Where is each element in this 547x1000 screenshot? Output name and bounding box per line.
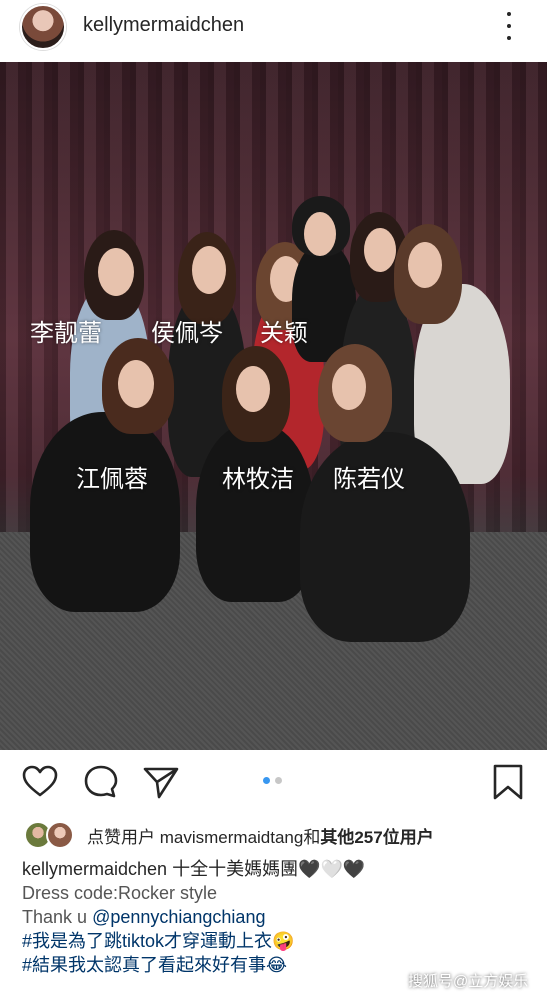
person-face xyxy=(192,246,226,294)
caption-line: Thank u @pennychiangchiang xyxy=(22,905,532,929)
profile-avatar[interactable] xyxy=(20,4,66,50)
likes-prefix: 点赞用户 xyxy=(87,828,155,847)
liker-username[interactable]: mavismermaidtang xyxy=(160,828,304,847)
caption-line: kellymermaidchen 十全十美媽媽團🖤🤍🖤 xyxy=(22,857,532,881)
caption-text: 十全十美媽媽團🖤🤍🖤 xyxy=(172,859,366,879)
person-face xyxy=(98,248,134,296)
mention-link[interactable]: @pennychiangchiang xyxy=(92,907,265,927)
likes-others[interactable]: 其他257位用户 xyxy=(320,828,433,847)
likes-joiner: 和 xyxy=(303,828,321,847)
more-vertical-icon[interactable] xyxy=(502,12,516,40)
comment-icon[interactable] xyxy=(81,762,121,802)
carousel-dot xyxy=(275,777,282,784)
liker-avatars[interactable] xyxy=(24,821,76,849)
name-label: 江佩蓉 xyxy=(76,465,148,493)
post-header: kellymermaidchen xyxy=(0,0,547,58)
post-photo[interactable]: 李靓蕾 侯佩岑 关颖 江佩蓉 林牧洁 陈若仪 xyxy=(0,62,547,750)
name-label: 关颖 xyxy=(260,319,308,347)
person-figure xyxy=(196,422,314,602)
person-face xyxy=(332,364,366,410)
person-face xyxy=(304,212,336,256)
bookmark-icon[interactable] xyxy=(488,762,528,802)
post-username[interactable]: kellymermaidchen xyxy=(83,14,244,37)
carousel-dot-active xyxy=(263,777,270,784)
name-label: 陈若仪 xyxy=(333,465,405,493)
carousel-indicator xyxy=(263,777,282,784)
avatar xyxy=(46,821,74,849)
person-face xyxy=(408,242,442,288)
likes-row: 点赞用户 mavismermaidtang和其他257位用户 xyxy=(0,818,547,852)
name-label: 李靓蕾 xyxy=(30,319,102,347)
heart-icon[interactable] xyxy=(20,762,60,802)
caption-line: Dress code:Rocker style xyxy=(22,883,218,903)
caption-author[interactable]: kellymermaidchen xyxy=(22,859,167,879)
send-icon[interactable] xyxy=(141,762,181,802)
person-figure xyxy=(30,412,180,612)
watermark: 搜狐号@立方娱乐 xyxy=(408,973,529,990)
hashtag-link[interactable]: #我是為了跳tiktok才穿運動上衣🤪 xyxy=(22,929,532,953)
likes-summary: 点赞用户 mavismermaidtang和其他257位用户 xyxy=(87,823,434,848)
post-caption: kellymermaidchen 十全十美媽媽團🖤🤍🖤 Dress code:R… xyxy=(22,857,532,977)
person-face xyxy=(236,366,270,412)
action-bar xyxy=(0,760,547,806)
name-label: 林牧洁 xyxy=(222,465,294,493)
person-face xyxy=(364,228,396,272)
person-face xyxy=(118,360,154,408)
caption-text: Thank u xyxy=(22,907,88,927)
name-label: 侯佩岑 xyxy=(151,319,223,347)
